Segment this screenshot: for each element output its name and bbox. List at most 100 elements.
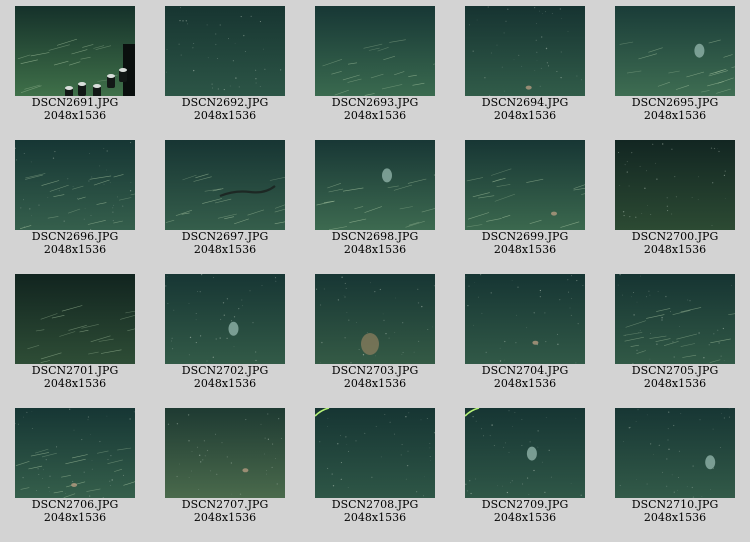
thumbnail-tile[interactable]: DSCN2710.JPG 2048x1536 (600, 402, 750, 536)
thumbnail-image[interactable] (165, 6, 285, 96)
particle (512, 426, 513, 427)
water-background (615, 274, 735, 364)
thumbnail-tile[interactable]: DSCN2701.JPG 2048x1536 (0, 268, 150, 402)
thumbnail-image[interactable] (15, 408, 135, 498)
thumbnail-filename[interactable]: DSCN2709.JPG (450, 498, 600, 511)
particle (674, 176, 676, 178)
thumbnail-image[interactable] (165, 140, 285, 230)
thumbnail-image[interactable] (465, 6, 585, 96)
thumbnail-image[interactable] (315, 140, 435, 230)
thumbnail-filename[interactable]: DSCN2710.JPG (600, 498, 750, 511)
thumbnail-filename[interactable]: DSCN2697.JPG (150, 230, 300, 243)
thumbnail-tile[interactable]: DSCN2706.JPG 2048x1536 (0, 402, 150, 536)
particle (271, 466, 273, 468)
particle (515, 314, 517, 316)
particle (570, 483, 572, 484)
particle (345, 436, 347, 438)
thumbnail-image[interactable] (15, 6, 135, 96)
thumbnail-filename[interactable]: DSCN2703.JPG (300, 364, 450, 377)
thumbnail-image[interactable] (315, 274, 435, 364)
particle (215, 33, 217, 35)
thumbnail-filename[interactable]: DSCN2696.JPG (0, 230, 150, 243)
particle (541, 36, 543, 38)
thumbnail-filename[interactable]: DSCN2708.JPG (300, 498, 450, 511)
thumbnail-image[interactable] (465, 140, 585, 230)
particle (72, 480, 74, 482)
thumbnail-tile[interactable]: DSCN2693.JPG 2048x1536 (300, 0, 450, 134)
particle (212, 356, 214, 358)
particle (89, 495, 91, 497)
thumbnail-image[interactable] (615, 408, 735, 498)
thumbnail-image[interactable] (465, 408, 585, 498)
thumbnail-filename[interactable]: DSCN2692.JPG (150, 96, 300, 109)
thumbnail-filename[interactable]: DSCN2706.JPG (0, 498, 150, 511)
sea-creature (382, 168, 392, 183)
thumbnail-image[interactable] (615, 140, 735, 230)
thumbnail-tile[interactable]: DSCN2707.JPG 2048x1536 (150, 402, 300, 536)
water-background (465, 274, 585, 364)
particle (508, 452, 510, 454)
particle (245, 419, 247, 421)
thumbnail-tile[interactable]: DSCN2703.JPG 2048x1536 (300, 268, 450, 402)
thumbnail-tile[interactable]: DSCN2708.JPG 2048x1536 (300, 402, 450, 536)
thumbnail-tile[interactable]: DSCN2695.JPG 2048x1536 (600, 0, 750, 134)
particle (637, 409, 639, 411)
thumbnail-image[interactable] (615, 274, 735, 364)
particle (112, 207, 114, 209)
particle (633, 291, 634, 293)
thumbnail-tile[interactable]: DSCN2691.JPG 2048x1536 (0, 0, 150, 134)
thumbnail-tile[interactable]: DSCN2705.JPG 2048x1536 (600, 268, 750, 402)
thumbnail-filename[interactable]: DSCN2700.JPG (600, 230, 750, 243)
thumbnail-filename[interactable]: DSCN2693.JPG (300, 96, 450, 109)
thumbnail-tile[interactable]: DSCN2699.JPG 2048x1536 (450, 134, 600, 268)
thumbnail-tile[interactable]: DSCN2704.JPG 2048x1536 (450, 268, 600, 402)
thumbnail-image[interactable] (465, 274, 585, 364)
thumbnail-tile[interactable]: DSCN2694.JPG 2048x1536 (450, 0, 600, 134)
thumbnail-filename[interactable]: DSCN2704.JPG (450, 364, 600, 377)
thumbnail-tile[interactable]: DSCN2709.JPG 2048x1536 (450, 402, 600, 536)
thumbnail-filename[interactable]: DSCN2707.JPG (150, 498, 300, 511)
thumbnail-tile[interactable]: DSCN2692.JPG 2048x1536 (150, 0, 300, 134)
particle (226, 456, 228, 458)
thumbnail-image[interactable] (315, 408, 435, 498)
thumbnail-image[interactable] (615, 6, 735, 96)
thumbnail-image[interactable] (15, 274, 135, 364)
particle (670, 311, 671, 313)
thumbnail-tile[interactable]: DSCN2700.JPG 2048x1536 (600, 134, 750, 268)
thumbnail-filename[interactable]: DSCN2698.JPG (300, 230, 450, 243)
particle (191, 470, 192, 472)
thumbnail-filename[interactable]: DSCN2705.JPG (600, 364, 750, 377)
particle (341, 276, 343, 278)
particle (264, 453, 266, 455)
particle (347, 487, 349, 488)
particle (421, 305, 423, 308)
particle (215, 338, 217, 340)
particle (54, 151, 56, 153)
particle (720, 413, 722, 414)
thumbnail-tile[interactable]: DSCN2697.JPG 2048x1536 (150, 134, 300, 268)
particle (31, 427, 33, 430)
particle (641, 213, 643, 215)
thumbnail-filename[interactable]: DSCN2699.JPG (450, 230, 600, 243)
thumbnail-filename[interactable]: DSCN2695.JPG (600, 96, 750, 109)
thumbnail-filename[interactable]: DSCN2701.JPG (0, 364, 150, 377)
particle (418, 340, 420, 342)
particle (23, 199, 24, 201)
thumbnail-dimensions: 2048x1536 (343, 243, 407, 256)
thumbnail-filename[interactable]: DSCN2694.JPG (450, 96, 600, 109)
thumbnail-tile[interactable]: DSCN2702.JPG 2048x1536 (150, 268, 300, 402)
thumbnail-filename[interactable]: DSCN2702.JPG (150, 364, 300, 377)
thumbnail-image[interactable] (165, 408, 285, 498)
thumbnail-tile[interactable]: DSCN2696.JPG 2048x1536 (0, 134, 150, 268)
particle (467, 304, 469, 307)
particle (17, 423, 19, 425)
thumbnail-tile[interactable]: DSCN2698.JPG 2048x1536 (300, 134, 450, 268)
particle (728, 408, 730, 409)
particle (631, 296, 633, 298)
thumbnail-image[interactable] (315, 6, 435, 96)
particle (537, 430, 539, 432)
thumbnail-image[interactable] (15, 140, 135, 230)
thumbnail-filename[interactable]: DSCN2691.JPG (0, 96, 150, 109)
particle (45, 458, 47, 461)
thumbnail-image[interactable] (165, 274, 285, 364)
